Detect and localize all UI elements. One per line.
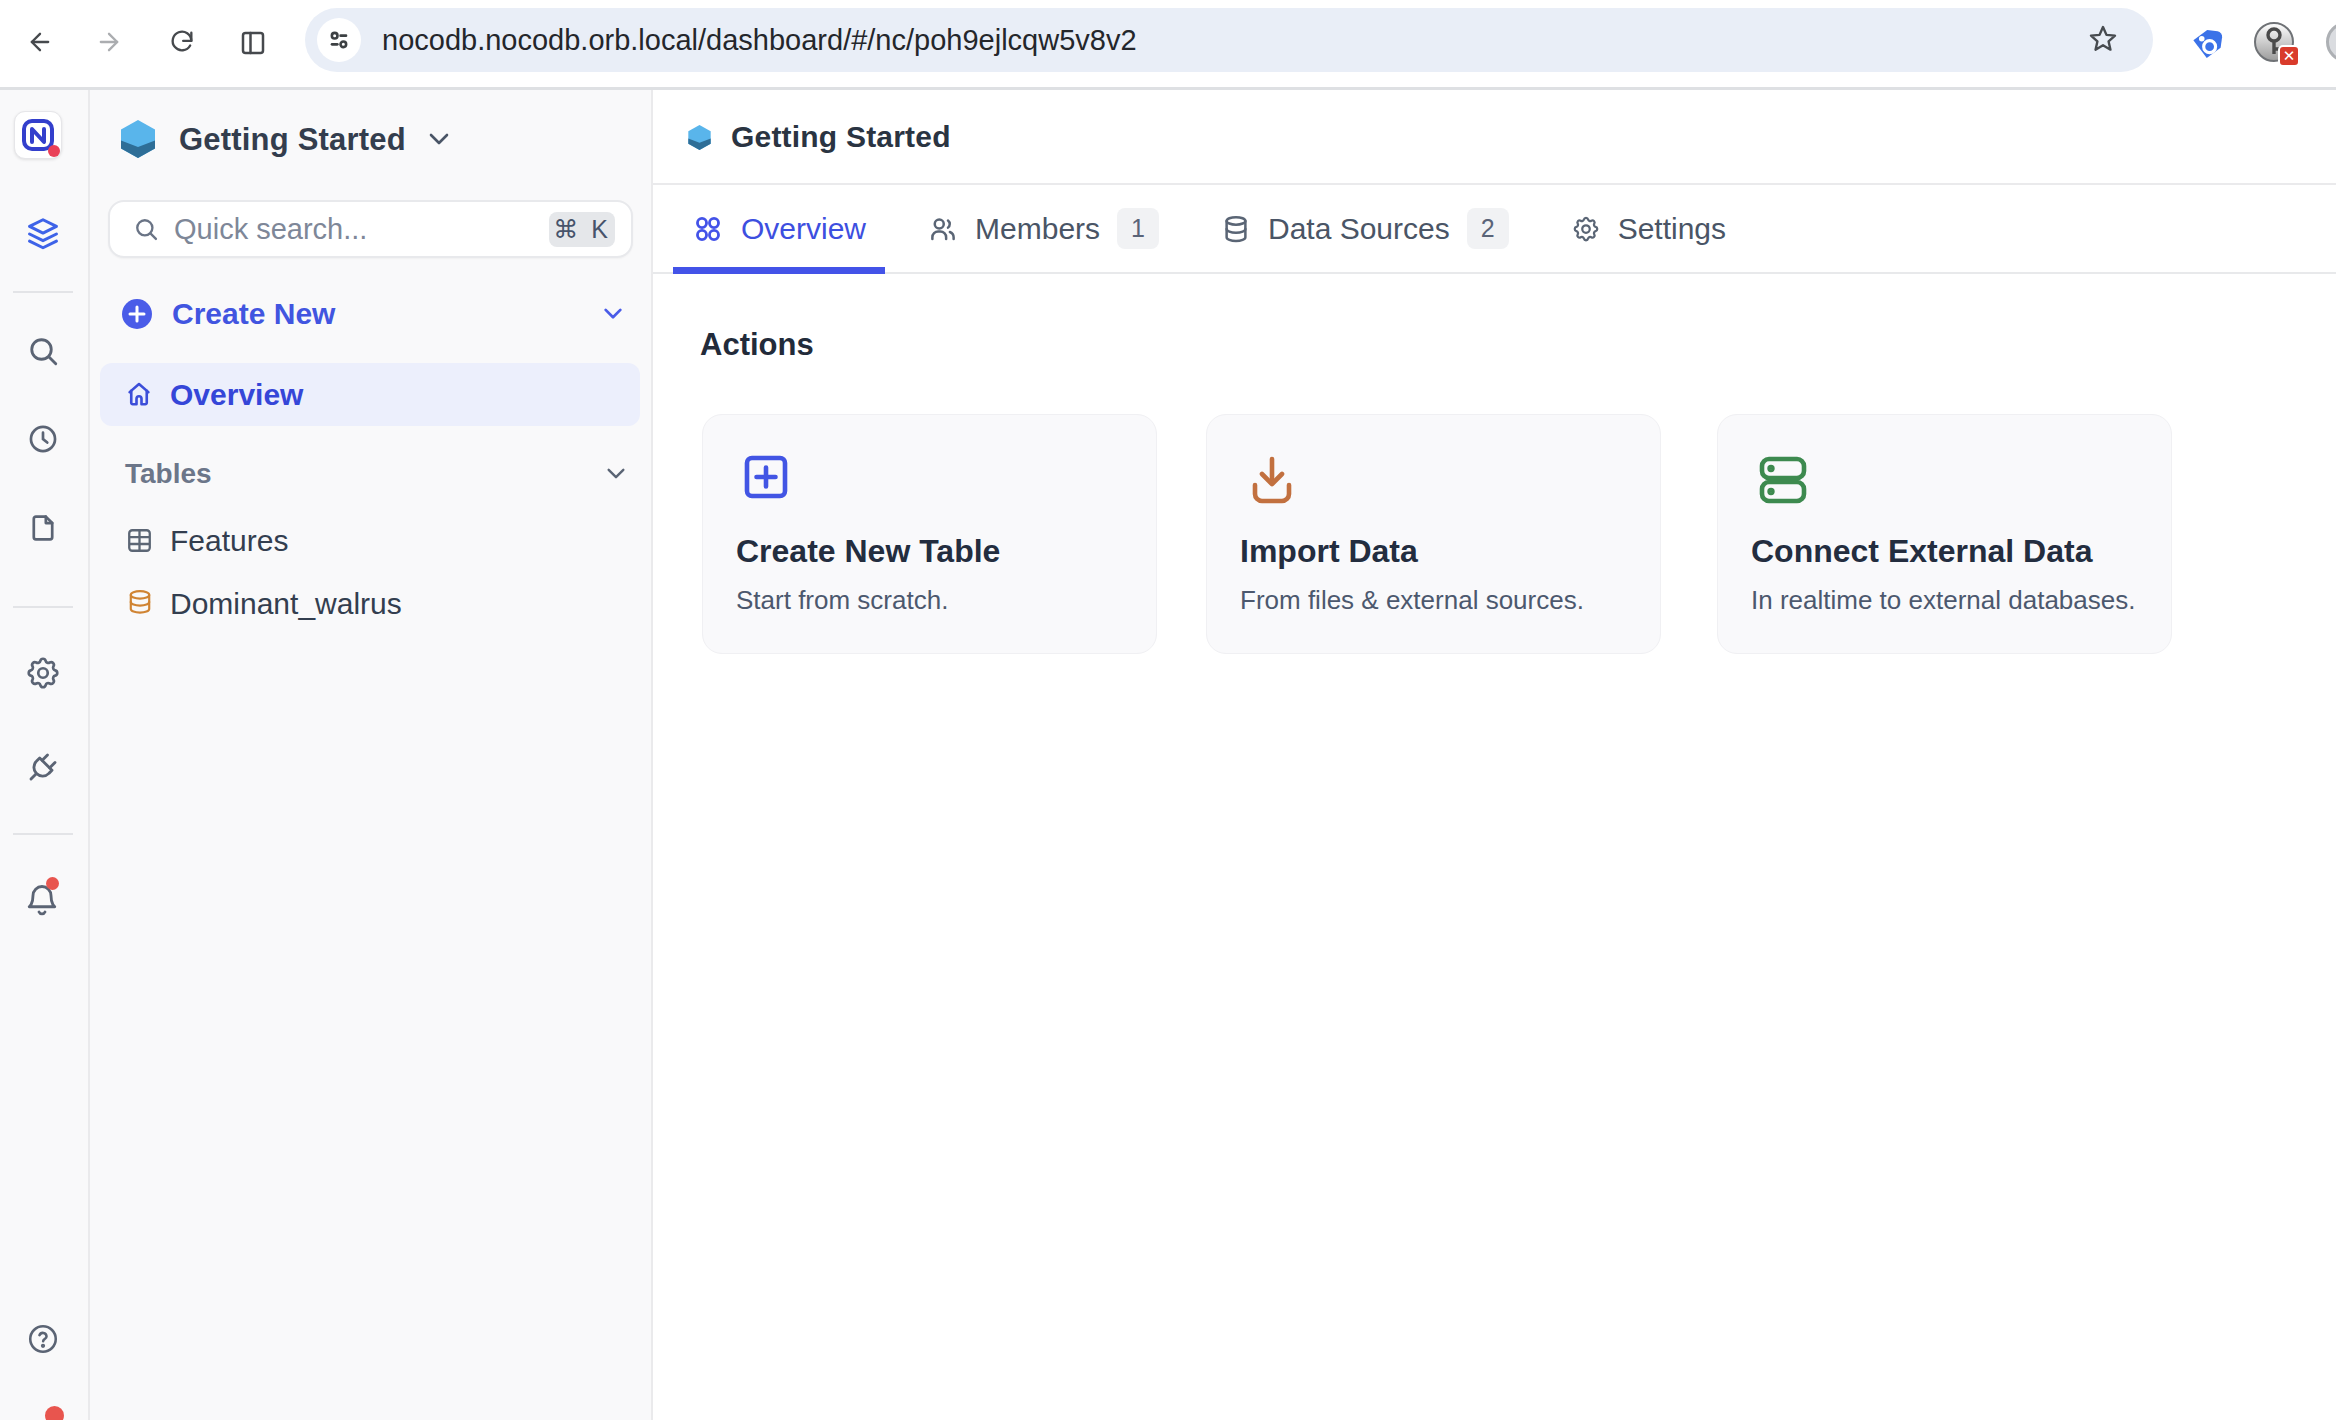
tab-label: Members	[975, 212, 1100, 246]
tab-label: Settings	[1618, 212, 1726, 246]
key-error-badge: ✕	[2278, 45, 2300, 67]
chevron-down-icon	[602, 307, 624, 321]
create-new-table-card[interactable]: Create New Table Start from scratch.	[702, 414, 1157, 654]
overview-label: Overview	[170, 363, 303, 426]
search-icon[interactable]	[25, 333, 61, 369]
search-placeholder: Quick search...	[174, 202, 367, 256]
overview-grid-icon	[692, 213, 724, 245]
address-bar[interactable]: nocodb.nocodb.orb.local/dashboard/#/nc/p…	[305, 8, 2153, 72]
download-icon	[1247, 454, 1297, 506]
tab-settings[interactable]: Settings	[1552, 185, 1745, 272]
rail-divider	[13, 833, 73, 835]
bookmark-star-icon[interactable]	[2087, 23, 2119, 55]
plus-circle-icon	[121, 298, 153, 330]
database-icon	[127, 588, 153, 618]
card-subtitle: In realtime to external databases.	[1751, 585, 2135, 616]
create-new-button[interactable]: Create New	[100, 286, 640, 342]
home-icon	[124, 379, 154, 409]
tables-header-label: Tables	[125, 454, 212, 494]
tab-label: Overview	[741, 212, 866, 246]
sidebar: Getting Started Quick search... ⌘ K Crea…	[90, 90, 653, 1420]
plus-square-icon	[743, 454, 789, 500]
search-icon	[132, 215, 160, 243]
tab-label: Data Sources	[1268, 212, 1450, 246]
tab-badge: 2	[1467, 208, 1509, 249]
nocodb-logo[interactable]	[14, 111, 62, 159]
url-text[interactable]: nocodb.nocodb.orb.local/dashboard/#/nc/p…	[382, 8, 1137, 72]
card-title: Create New Table	[736, 533, 1000, 570]
tab-badge: 1	[1117, 208, 1159, 249]
back-icon[interactable]	[26, 28, 54, 56]
rail-divider	[13, 291, 73, 293]
file-icon[interactable]	[26, 511, 60, 545]
extension-tag-icon[interactable]	[2186, 23, 2228, 65]
plug-icon[interactable]	[25, 749, 61, 785]
reload-icon[interactable]	[168, 28, 196, 56]
gear-icon	[1571, 214, 1601, 244]
bases-icon[interactable]	[24, 215, 62, 253]
site-info-button[interactable]	[317, 18, 361, 62]
database-icon	[1221, 214, 1251, 244]
sidebar-item-overview[interactable]: Overview	[100, 363, 640, 426]
main-content: Getting Started Overview Members 1	[653, 90, 2336, 1420]
forward-icon[interactable]	[95, 28, 123, 56]
settings-gear-icon[interactable]	[24, 654, 62, 692]
tab-data-sources[interactable]: Data Sources 2	[1202, 185, 1528, 272]
table-grid-icon	[125, 526, 154, 555]
status-dot	[45, 1406, 64, 1420]
chevron-down-icon[interactable]	[427, 132, 451, 147]
search-shortcut-badge: ⌘ K	[549, 212, 615, 247]
tune-icon	[326, 27, 352, 53]
sidebar-table-dominant-walrus[interactable]: Dominant_walrus	[100, 572, 640, 635]
tab-bar: Overview Members 1 Data Sources 2	[653, 185, 2336, 274]
card-subtitle: Start from scratch.	[736, 585, 948, 616]
extension-key-icon[interactable]: ✕	[2254, 22, 2296, 64]
tab-overview[interactable]: Overview	[673, 185, 885, 272]
help-icon[interactable]	[26, 1322, 60, 1356]
quick-search-input[interactable]: Quick search... ⌘ K	[108, 200, 633, 258]
notifications-bell[interactable]	[24, 882, 62, 920]
side-panel-icon[interactable]	[238, 28, 268, 58]
table-name: Dominant_walrus	[170, 572, 402, 635]
create-new-label: Create New	[172, 286, 335, 342]
card-title: Import Data	[1240, 533, 1418, 570]
main-header: Getting Started	[653, 90, 2336, 185]
servers-icon	[1758, 454, 1808, 506]
actions-heading: Actions	[700, 327, 814, 363]
chevron-down-icon[interactable]	[605, 467, 627, 481]
rail-divider	[13, 606, 73, 608]
avatar[interactable]	[2326, 22, 2336, 62]
tables-section-header[interactable]: Tables	[100, 454, 640, 494]
import-data-card[interactable]: Import Data From files & external source…	[1206, 414, 1661, 654]
bell-notification-dot	[46, 877, 59, 890]
card-subtitle: From files & external sources.	[1240, 585, 1584, 616]
project-hexagon-icon	[118, 120, 158, 158]
connect-external-data-card[interactable]: Connect External Data In realtime to ext…	[1717, 414, 2172, 654]
project-title[interactable]: Getting Started	[179, 120, 406, 160]
project-hexagon-icon	[686, 125, 713, 150]
recent-clock-icon[interactable]	[26, 422, 60, 456]
members-icon	[928, 214, 958, 244]
tab-members[interactable]: Members 1	[909, 185, 1178, 272]
table-name: Features	[170, 509, 288, 572]
sidebar-table-features[interactable]: Features	[100, 509, 640, 572]
app-rail	[0, 90, 90, 1420]
logo-notification-dot	[48, 145, 60, 157]
page-title: Getting Started	[731, 90, 951, 183]
browser-chrome: nocodb.nocodb.orb.local/dashboard/#/nc/p…	[0, 0, 2336, 90]
card-title: Connect External Data	[1751, 533, 2092, 570]
